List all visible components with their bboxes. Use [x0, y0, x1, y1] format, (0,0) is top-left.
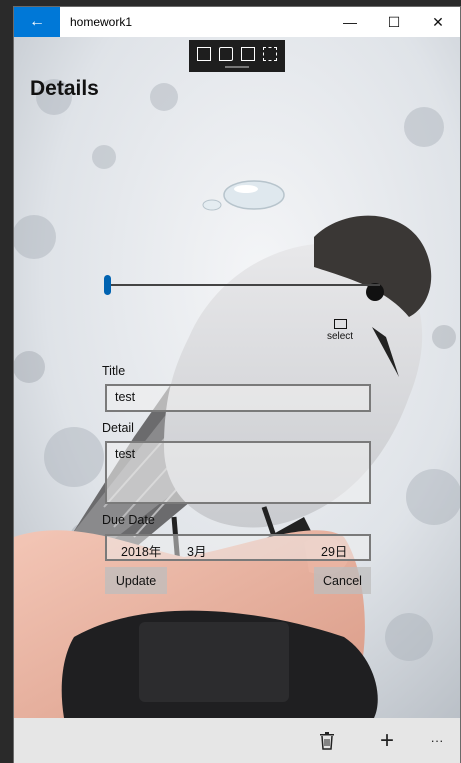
cancel-button[interactable]: Cancel	[314, 567, 371, 594]
back-arrow-icon: ←	[29, 13, 45, 30]
more-icon: ···	[430, 733, 444, 748]
title-bar: ← homework1 — ☐ ✕	[14, 7, 460, 37]
due-date-day[interactable]: 29日	[321, 541, 347, 560]
more-button[interactable]: ···	[422, 718, 452, 763]
minimize-icon: —	[343, 14, 357, 30]
detail-label: Detail	[102, 421, 134, 435]
close-icon: ✕	[432, 13, 444, 30]
minimize-button[interactable]: —	[328, 7, 372, 37]
due-date-year[interactable]: 2018年	[121, 541, 161, 560]
select-icon	[333, 319, 347, 329]
title-input-value: test	[115, 390, 136, 404]
select-button[interactable]: select	[322, 319, 358, 342]
due-date-month[interactable]: 3月	[187, 541, 206, 560]
plus-icon: +	[379, 726, 394, 754]
update-button[interactable]: Update	[105, 567, 167, 594]
display-layout-adorners-icon[interactable]	[241, 47, 255, 61]
close-button[interactable]: ✕	[416, 7, 460, 37]
back-button[interactable]: ←	[14, 7, 60, 37]
delete-button[interactable]	[310, 718, 344, 763]
detail-textarea[interactable]: test	[105, 441, 371, 504]
detail-textarea-value: test	[115, 447, 136, 461]
app-title: homework1	[70, 15, 133, 29]
add-button[interactable]: +	[370, 718, 404, 763]
title-label: Title	[102, 364, 126, 378]
track-focus-icon[interactable]	[263, 47, 277, 61]
toolbar-grip[interactable]	[225, 66, 249, 68]
due-date-picker[interactable]: 2018年 3月 29日	[105, 534, 371, 561]
live-tree-icon[interactable]	[197, 47, 211, 61]
update-button-label: Update	[115, 573, 157, 588]
title-input[interactable]: test	[105, 384, 371, 412]
page-title: Details	[30, 77, 99, 100]
maximize-button[interactable]: ☐	[372, 7, 416, 37]
app-window: ← homework1 — ☐ ✕ Details select Title t…	[14, 7, 460, 763]
slider-track[interactable]	[108, 284, 380, 286]
window-controls: — ☐ ✕	[328, 7, 460, 37]
select-element-icon[interactable]	[219, 47, 233, 61]
background-image	[14, 37, 460, 718]
trash-icon	[320, 731, 334, 750]
debug-toolbar	[189, 40, 285, 72]
due-date-label: Due Date	[102, 513, 155, 527]
command-bar: + ···	[14, 718, 460, 763]
slider-thumb[interactable]	[104, 275, 111, 295]
select-button-label: select	[326, 331, 354, 342]
cancel-button-label: Cancel	[323, 573, 362, 588]
maximize-icon: ☐	[387, 13, 401, 30]
